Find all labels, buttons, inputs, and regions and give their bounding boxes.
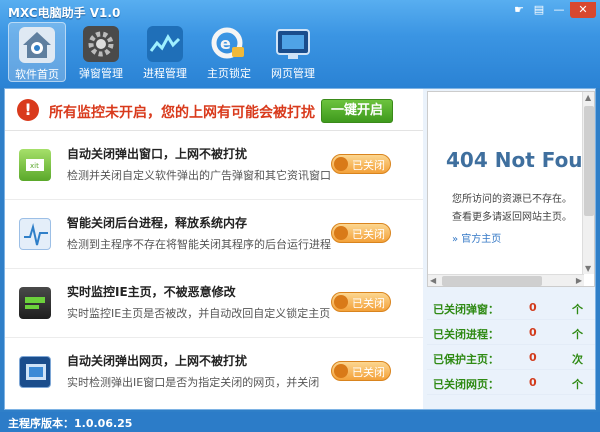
- horizontal-scrollbar[interactable]: ◀ ▶: [428, 274, 584, 286]
- toggle-label: 已关闭: [352, 159, 385, 172]
- item-desc: 检测并关闭自定义软件弹出的广告弹窗和其它资讯窗口: [67, 169, 331, 182]
- toggle-webpage-close[interactable]: 已关闭: [331, 361, 391, 381]
- tab-label: 进程管理: [143, 67, 187, 80]
- chart-line-icon: [146, 25, 184, 63]
- toggle-label: 已关闭: [352, 366, 385, 379]
- scroll-thumb[interactable]: [442, 276, 542, 286]
- one-key-enable-button[interactable]: 一键开启: [321, 99, 393, 123]
- ie-lock-icon: e: [210, 25, 248, 63]
- alert-bar: ! 所有监控未开启，您的上网有可能会被打扰 一键开启: [5, 89, 423, 131]
- tab-label: 网页管理: [271, 67, 315, 80]
- monitor-icon: [274, 25, 312, 63]
- toggle-label: 已关闭: [352, 228, 385, 241]
- window-title: MXC电脑助手 V1.0: [8, 6, 121, 20]
- stat-value: 0: [529, 351, 537, 364]
- main-toolbar: 软件首页 弹窗管理 进程管理 e 主页锁定 网页管理: [8, 22, 322, 82]
- stat-label: 已关闭进程：: [433, 328, 499, 341]
- scroll-right-icon[interactable]: ▶: [576, 276, 582, 285]
- minimize-icon[interactable]: —: [550, 2, 568, 18]
- tab-webpage-manage[interactable]: 网页管理: [264, 22, 322, 82]
- exclamation-icon: !: [17, 99, 39, 121]
- scroll-left-icon[interactable]: ◀: [430, 276, 436, 285]
- scroll-up-icon[interactable]: ▲: [585, 93, 591, 102]
- stat-row: 已关闭网页： 0 个: [427, 370, 595, 395]
- toggle-knob: [334, 295, 348, 309]
- tab-label: 软件首页: [15, 68, 59, 81]
- popup-window-icon: xit: [19, 149, 51, 181]
- stat-unit: 个: [572, 328, 583, 341]
- gear-icon: [82, 25, 120, 63]
- stat-unit: 次: [572, 353, 583, 366]
- web-preview-frame[interactable]: 404 Not Found 您所访问的资源已不存在。 查看更多请返回网站主页。 …: [427, 91, 595, 287]
- stat-row: 已保护主页： 0 次: [427, 345, 595, 370]
- not-found-title: 404 Not Found: [446, 148, 595, 172]
- webpage-icon: [19, 356, 51, 388]
- stat-label: 已保护主页：: [433, 353, 499, 366]
- tab-process-manage[interactable]: 进程管理: [136, 22, 194, 82]
- main-panel: ! 所有监控未开启，您的上网有可能会被打扰 一键开启 xit 自动关闭弹出窗口，…: [4, 88, 596, 410]
- stat-value: 0: [529, 376, 537, 389]
- scroll-thumb[interactable]: [584, 106, 594, 216]
- not-found-line-1: 您所访问的资源已不存在。: [452, 194, 572, 205]
- stat-label: 已关闭网页：: [433, 378, 499, 391]
- list-item: 智能关闭后台进程，释放系统内存 检测到主程序不存在将智能关闭其程序的后台运行进程…: [5, 200, 423, 269]
- monitor-list: ! 所有监控未开启，您的上网有可能会被打扰 一键开启 xit 自动关闭弹出窗口，…: [5, 89, 423, 409]
- stat-unit: 个: [572, 378, 583, 391]
- toggle-knob: [334, 364, 348, 378]
- item-title: 智能关闭后台进程，释放系统内存: [67, 216, 248, 230]
- stat-value: 0: [529, 326, 537, 339]
- tab-label: 弹窗管理: [79, 67, 123, 80]
- item-desc: 实时检测弹出IE窗口是否为指定关闭的网页，并关闭: [67, 376, 320, 389]
- list-item: xit 自动关闭弹出窗口，上网不被打扰 检测并关闭自定义软件弹出的广告弹窗和其它…: [5, 131, 423, 200]
- home-icon: [18, 26, 56, 64]
- list-item: 实时监控IE主页，不被恶意修改 实时监控IE主页是否被改，并自动改回自定义锁定主…: [5, 269, 423, 338]
- toggle-homepage-monitor[interactable]: 已关闭: [331, 292, 391, 312]
- scroll-down-icon[interactable]: ▼: [585, 264, 591, 273]
- tab-label: 主页锁定: [207, 67, 251, 80]
- side-panel: 404 Not Found 您所访问的资源已不存在。 查看更多请返回网站主页。 …: [427, 91, 595, 409]
- title-toolbar-area: MXC电脑助手 V1.0 ☛ ▤ — ✕ 软件首页 弹窗管理 进程管理 e 主页…: [0, 0, 600, 88]
- toggle-knob: [334, 157, 348, 171]
- stat-row: 已关闭进程： 0 个: [427, 320, 595, 345]
- stat-unit: 个: [572, 303, 583, 316]
- window-controls: ☛ ▤ — ✕: [510, 2, 596, 18]
- toggle-label: 已关闭: [352, 297, 385, 310]
- toggle-process-close[interactable]: 已关闭: [331, 223, 391, 243]
- list-item: 自动关闭弹出网页，上网不被打扰 实时检测弹出IE窗口是否为指定关闭的网页，并关闭…: [5, 338, 423, 407]
- vertical-scrollbar[interactable]: ▲ ▼: [582, 92, 594, 274]
- toggle-knob: [334, 226, 348, 240]
- process-icon: [19, 218, 51, 250]
- version-text: 主程序版本：1.0.06.25: [8, 417, 133, 430]
- tab-software-home[interactable]: 软件首页: [8, 22, 66, 82]
- tab-popup-manage[interactable]: 弹窗管理: [72, 22, 130, 82]
- svg-text:e: e: [220, 34, 231, 53]
- skin-icon[interactable]: ☛: [510, 2, 528, 18]
- stat-value: 0: [529, 301, 537, 314]
- item-title: 自动关闭弹出窗口，上网不被打扰: [67, 147, 248, 161]
- item-desc: 检测到主程序不存在将智能关闭其程序的后台运行进程: [67, 238, 331, 251]
- stat-row: 已关闭弹窗： 0 个: [427, 295, 595, 320]
- menu-icon[interactable]: ▤: [530, 2, 548, 18]
- not-found-line-2: 查看更多请返回网站主页。: [452, 212, 572, 223]
- close-icon[interactable]: ✕: [570, 2, 596, 18]
- item-title: 自动关闭弹出网页，上网不被打扰: [67, 354, 248, 368]
- tab-homepage-lock[interactable]: e 主页锁定: [200, 22, 258, 82]
- status-bar: 主程序版本：1.0.06.25: [0, 412, 600, 432]
- homepage-link[interactable]: » 官方主页: [452, 230, 501, 245]
- item-desc: 实时监控IE主页是否被改，并自动改回自定义锁定主页: [67, 307, 331, 320]
- ie-page-icon: [19, 287, 51, 319]
- svg-text:xit: xit: [30, 162, 39, 170]
- toggle-popup-close[interactable]: 已关闭: [331, 154, 391, 174]
- stats-panel: 已关闭弹窗： 0 个 已关闭进程： 0 个 已保护主页： 0 次 已关闭网页： …: [427, 295, 595, 395]
- alert-text: 所有监控未开启，您的上网有可能会被打扰: [49, 105, 315, 121]
- item-title: 实时监控IE主页，不被恶意修改: [67, 285, 236, 299]
- stat-label: 已关闭弹窗：: [433, 303, 499, 316]
